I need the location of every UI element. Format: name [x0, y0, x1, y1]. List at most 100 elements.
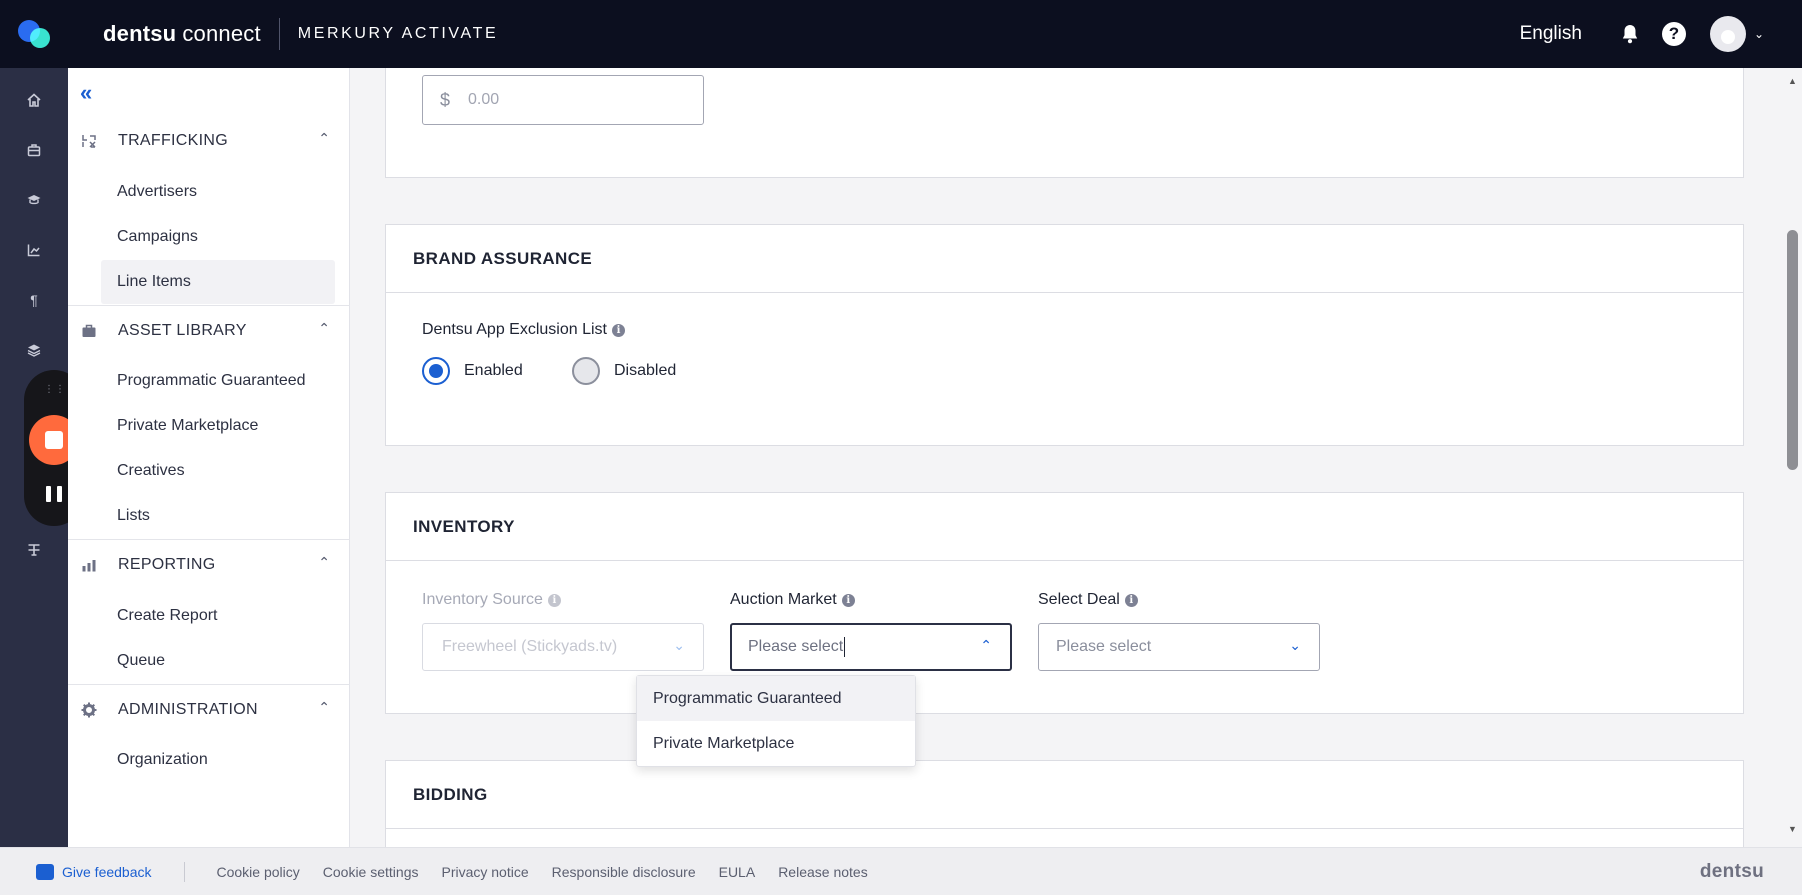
radio-disabled-control[interactable] [572, 357, 600, 385]
inventory-source-value: Freewheel (Stickyads.tv) [442, 638, 618, 655]
sidebar-item-programmatic-guaranteed[interactable]: Programmatic Guaranteed [101, 359, 335, 403]
bar-chart-icon [80, 556, 98, 574]
avatar[interactable] [1709, 16, 1746, 52]
cookie-settings-link[interactable]: Cookie settings [323, 864, 419, 880]
cookie-policy-link[interactable]: Cookie policy [217, 864, 300, 880]
inventory-title: INVENTORY [386, 493, 1743, 561]
budget-input[interactable]: $ 0.00 [422, 75, 704, 125]
auction-market-label-text: Auction Market [730, 591, 837, 608]
pause-button[interactable] [46, 486, 62, 502]
exclusion-list-label: Dentsu App Exclusion List i [422, 321, 625, 339]
select-deal-select[interactable]: Please select ⌄ [1038, 623, 1320, 671]
info-icon[interactable]: i [547, 593, 561, 607]
brand-assurance-card: BRAND ASSURANCE Dentsu App Exclusion Lis… [385, 224, 1744, 446]
auction-market-dropdown: Programmatic Guaranteed Private Marketpl… [636, 675, 916, 767]
dropdown-option-private-marketplace[interactable]: Private Marketplace [637, 721, 915, 766]
product-name: MERKURY ACTIVATE [297, 25, 499, 42]
chevron-down-icon: ⌄ [673, 637, 685, 653]
select-deal-label: Select Deal i [1038, 591, 1138, 609]
select-deal-value: Please select [1056, 638, 1152, 655]
sidebar-item-creatives[interactable]: Creatives [101, 449, 335, 493]
filter-icon[interactable] [24, 540, 44, 560]
gear-icon [80, 701, 98, 719]
sidebar-divider [68, 305, 350, 306]
chevron-down-icon[interactable]: ⌄ [1289, 637, 1301, 654]
sidebar-item-private-marketplace[interactable]: Private Marketplace [101, 404, 335, 448]
auction-market-value: Please select [748, 638, 844, 655]
radio-enabled-label: Enabled [464, 362, 523, 379]
info-icon[interactable]: i [1124, 593, 1138, 607]
release-notes-link[interactable]: Release notes [778, 864, 868, 880]
budget-card: $ 0.00 [385, 68, 1744, 178]
chevron-down-icon[interactable]: ⌄ [1754, 27, 1764, 41]
radio-enabled[interactable]: Enabled [422, 357, 523, 385]
chevron-up-icon[interactable]: ⌃ [318, 699, 330, 716]
sidebar-section-title: TRAFFICKING [118, 132, 228, 149]
give-feedback-label: Give feedback [62, 863, 152, 880]
collapse-sidebar-icon[interactable]: « [80, 80, 92, 106]
dropdown-option-programmatic-guaranteed[interactable]: Programmatic Guaranteed [637, 676, 915, 721]
radio-enabled-control[interactable] [422, 357, 450, 385]
app-logo-icon[interactable] [0, 0, 68, 68]
stop-icon [45, 431, 63, 449]
layers-icon[interactable] [24, 340, 44, 360]
responsible-disclosure-link[interactable]: Responsible disclosure [552, 864, 696, 880]
help-icon[interactable]: ? [1661, 22, 1686, 46]
trafficking-icon [80, 132, 98, 150]
privacy-notice-link[interactable]: Privacy notice [441, 864, 528, 880]
sidebar-section-reporting[interactable]: REPORTING ⌃ [68, 550, 350, 580]
sidebar-item-lists[interactable]: Lists [101, 494, 335, 538]
main-content: $ 0.00 BRAND ASSURANCE Dentsu App Exclus… [350, 68, 1784, 847]
bell-icon[interactable] [1618, 22, 1642, 46]
budget-placeholder: 0.00 [468, 91, 500, 108]
sidebar-divider [68, 539, 350, 540]
sidebar-section-title: ADMINISTRATION [118, 701, 258, 718]
graduation-cap-icon[interactable] [24, 190, 44, 210]
sidebar-item-organization[interactable]: Organization [101, 738, 335, 782]
scrollbar-thumb[interactable] [1787, 230, 1798, 470]
sidebar-divider [68, 684, 350, 685]
give-feedback-link[interactable]: Give feedback [36, 863, 152, 880]
brand-light: connect [182, 21, 261, 46]
footer-brand-logo: dentsu [1699, 860, 1764, 882]
scroll-down-icon[interactable]: ▼ [1788, 824, 1797, 834]
paragraph-icon[interactable]: ¶ [24, 290, 44, 310]
briefcase-icon[interactable] [24, 140, 44, 160]
vertical-scrollbar[interactable]: ▲ ▼ [1784, 68, 1802, 847]
sidebar-section-asset-library[interactable]: ASSET LIBRARY ⌃ [68, 316, 350, 346]
scroll-up-icon[interactable]: ▲ [1788, 76, 1797, 86]
info-icon[interactable]: i [612, 323, 625, 337]
chevron-up-icon[interactable]: ⌃ [318, 130, 330, 147]
sidebar-section-trafficking[interactable]: TRAFFICKING ⌃ [68, 126, 350, 156]
auction-market-select[interactable]: Please select ⌃ [730, 623, 1012, 671]
chevron-up-icon[interactable]: ⌃ [980, 637, 992, 654]
bidding-card: BIDDING [385, 760, 1744, 847]
sidebar-item-campaigns[interactable]: Campaigns [101, 215, 335, 259]
sidebar: « TRAFFICKING ⌃ Advertisers Campaigns Li… [68, 68, 350, 847]
radio-disabled[interactable]: Disabled [572, 357, 676, 385]
sidebar-item-advertisers[interactable]: Advertisers [101, 170, 335, 214]
info-icon[interactable]: i [841, 593, 855, 607]
footer: Give feedback Cookie policy Cookie setti… [0, 847, 1802, 895]
top-bar: dentsu connect MERKURY ACTIVATE English … [0, 0, 1802, 68]
exclusion-list-label-text: Dentsu App Exclusion List [422, 321, 607, 338]
sidebar-item-line-items[interactable]: Line Items [101, 260, 335, 304]
top-right-controls: English ? ⌄ [1520, 0, 1764, 68]
radio-disabled-label: Disabled [614, 362, 677, 379]
inventory-source-label-text: Inventory Source [422, 591, 543, 608]
brand-assurance-title: BRAND ASSURANCE [386, 225, 1743, 293]
chevron-up-icon[interactable]: ⌃ [318, 320, 330, 337]
bidding-title: BIDDING [386, 761, 1743, 829]
sidebar-section-administration[interactable]: ADMINISTRATION ⌃ [68, 695, 350, 725]
sidebar-item-create-report[interactable]: Create Report [101, 594, 335, 638]
currency-symbol: $ [440, 89, 451, 110]
text-cursor [844, 637, 846, 657]
inventory-source-select: Freewheel (Stickyads.tv) ⌄ [422, 623, 704, 671]
briefcase-icon [80, 322, 98, 340]
language-selector[interactable]: English [1520, 23, 1582, 45]
home-icon[interactable] [24, 90, 44, 110]
chevron-up-icon[interactable]: ⌃ [318, 554, 330, 571]
eula-link[interactable]: EULA [719, 864, 756, 880]
sidebar-item-queue[interactable]: Queue [101, 639, 335, 683]
chart-icon[interactable] [24, 240, 44, 260]
